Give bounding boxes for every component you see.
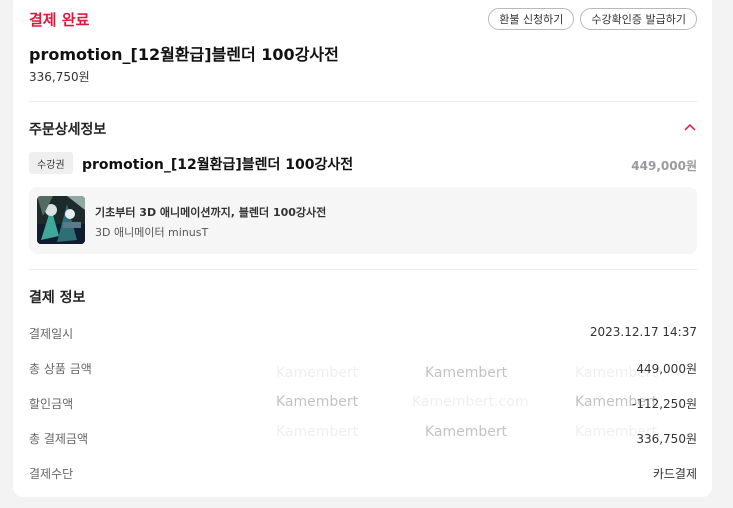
chevron-up-icon[interactable] [683, 120, 697, 134]
course-title: 기초부터 3D 애니메이션까지, 블렌더 100강사전 [95, 206, 327, 219]
watermark-text: Kamembert [575, 394, 658, 410]
watermark-domain: Kamembert.com [412, 394, 529, 410]
course-author: 3D 애니메이터 minusT [95, 226, 209, 239]
row-label: 결제일시 [29, 327, 74, 341]
watermark-text: Kamembert [276, 365, 359, 381]
payment-row-method: 결제수단 카드결제 [29, 465, 697, 485]
watermark-text: Kamembert [276, 394, 359, 410]
payment-status: 결제 완료 [29, 11, 90, 29]
divider [29, 269, 697, 270]
divider [29, 101, 697, 102]
payment-info-title: 결제 정보 [29, 290, 86, 306]
header-actions: 환불 신청하기 수강확인증 발급하기 [488, 8, 697, 30]
order-item-name: promotion_[12월환급]블렌더 100강사전 [82, 157, 354, 173]
refund-request-button[interactable]: 환불 신청하기 [488, 8, 575, 30]
watermark-text: Kamembert [425, 365, 508, 381]
product-title: promotion_[12월환급]블렌더 100강사전 [29, 45, 339, 64]
ticket-badge: 수강권 [29, 152, 73, 174]
watermark-text: Kamembert [425, 424, 508, 440]
row-label: 총 상품 금액 [29, 362, 92, 376]
order-item-price: 449,000원 [631, 159, 697, 173]
row-label: 결제수단 [29, 467, 74, 481]
course-thumbnail [37, 196, 85, 244]
certificate-issue-button[interactable]: 수강확인증 발급하기 [580, 8, 697, 30]
row-label: 할인금액 [29, 397, 74, 411]
watermark-text: Kamembert [276, 424, 359, 440]
row-value: 2023.12.17 14:37 [589, 325, 697, 339]
payment-row-date: 결제일시 2023.12.17 14:37 [29, 325, 697, 345]
row-value: 카드결제 [652, 467, 697, 481]
row-label: 총 결제금액 [29, 432, 89, 446]
product-price: 336,750원 [29, 70, 90, 84]
course-card[interactable]: 기초부터 3D 애니메이션까지, 블렌더 100강사전 3D 애니메이터 min… [29, 187, 697, 254]
watermark-text: Kamembert [575, 365, 658, 381]
watermark-text: Kamembert [575, 424, 658, 440]
order-detail-title: 주문상세정보 [29, 122, 107, 138]
